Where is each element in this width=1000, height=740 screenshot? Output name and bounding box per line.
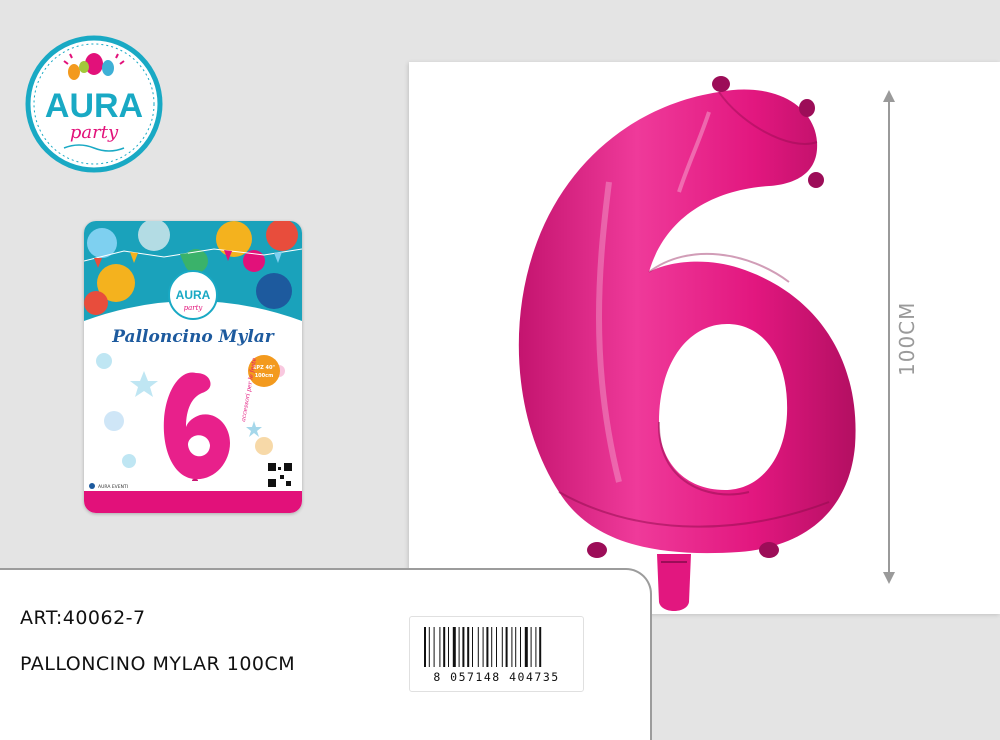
barcode-bar — [467, 627, 470, 667]
barcode-bar — [439, 627, 441, 667]
barcode-bar — [462, 627, 465, 667]
package-thumbnail: AURA party 1PZ 40" 100cm AURA EVENTI Pal… — [84, 221, 302, 513]
svg-text:100cm: 100cm — [255, 373, 274, 379]
logo-wordmark-text: AURA — [45, 87, 143, 125]
height-dimension-label: 100CM — [895, 301, 919, 376]
svg-text:AURA: AURA — [176, 288, 211, 302]
svg-text:party: party — [184, 304, 204, 312]
barcode-bar — [539, 627, 542, 667]
barcode-bar — [486, 627, 489, 667]
barcode-bar — [535, 627, 537, 667]
barcode-bar — [458, 627, 460, 667]
barcode-bar — [452, 627, 456, 667]
aura-party-logo: AURA party — [25, 35, 163, 173]
barcode-bars — [424, 627, 542, 667]
logo-wordmark: AURA — [45, 87, 143, 125]
barcode-bar — [482, 627, 484, 667]
barcode-bar — [530, 627, 532, 667]
barcode-bar — [443, 627, 446, 667]
logo-tagline: party — [70, 122, 119, 143]
barcode-bar — [491, 627, 493, 667]
barcode-bar — [520, 627, 521, 667]
svg-text:AURA EVENTI: AURA EVENTI — [98, 484, 128, 490]
barcode-bar — [477, 627, 479, 667]
barcode-bar — [511, 627, 513, 667]
barcode-digits: 8 057148 404735 — [433, 670, 560, 684]
barcode-bar — [428, 627, 430, 667]
barcode-bar — [472, 627, 473, 667]
barcode-bar — [505, 627, 508, 667]
article-code: ART:40062-7 — [20, 607, 146, 629]
barcode: 8 057148 404735 — [409, 616, 584, 692]
package-title: Palloncino Mylar — [112, 327, 274, 347]
barcode-bar — [501, 627, 503, 667]
barcode-bar — [515, 627, 517, 667]
barcode-bar — [448, 627, 449, 667]
barcode-bar — [524, 627, 528, 667]
barcode-bar — [424, 627, 426, 667]
product-name: PALLONCINO MYLAR 100CM — [20, 653, 296, 675]
barcode-bar — [433, 627, 435, 667]
package-artwork: AURA party 1PZ 40" 100cm AURA EVENTI — [84, 221, 302, 513]
barcode-bar — [496, 627, 497, 667]
